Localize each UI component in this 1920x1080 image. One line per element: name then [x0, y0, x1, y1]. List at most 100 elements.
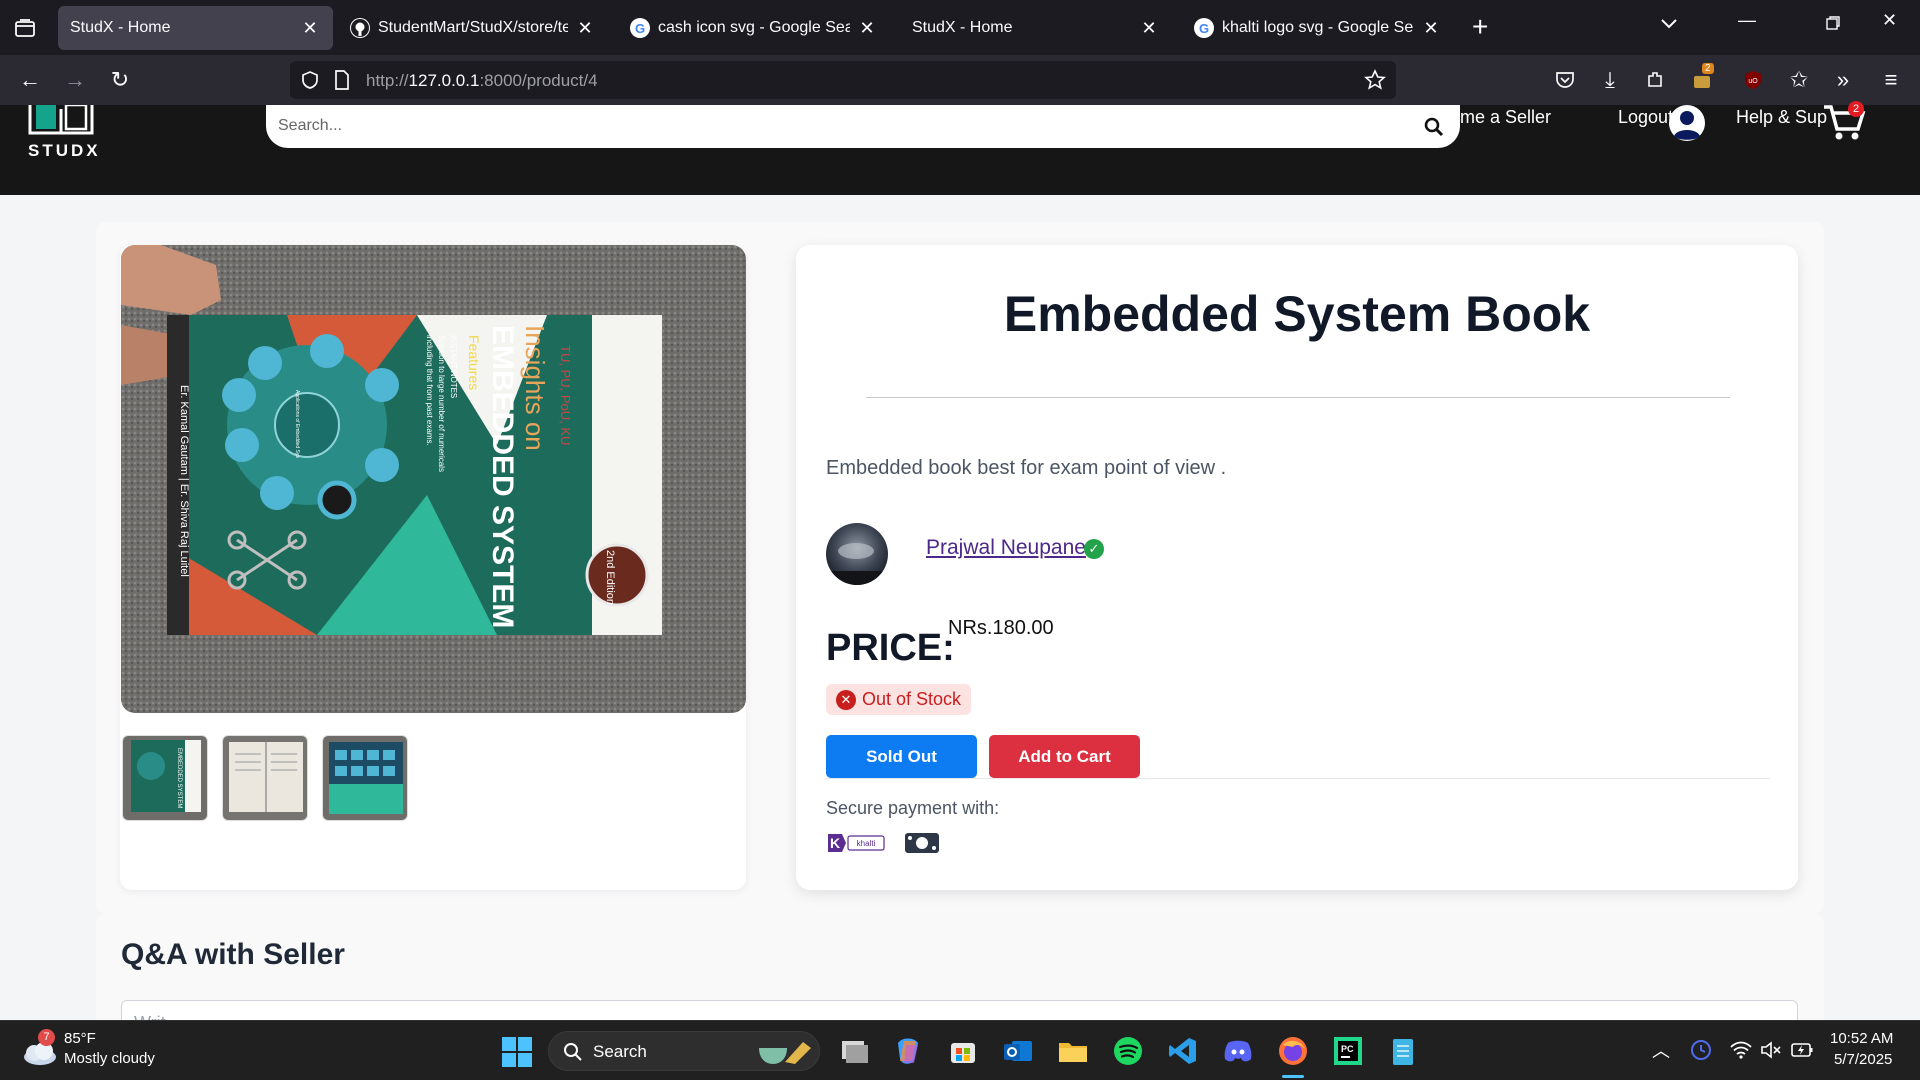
close-icon[interactable]: ✕ — [1138, 18, 1160, 39]
download-icon[interactable]: ⤓ — [1597, 67, 1623, 93]
sold-out-button[interactable]: Sold Out — [826, 735, 977, 778]
close-icon[interactable]: ✕ — [856, 18, 878, 39]
google-icon: G — [1194, 18, 1214, 38]
microsoft-store-icon[interactable] — [947, 1035, 979, 1067]
restore-icon[interactable] — [1826, 14, 1840, 35]
clock-date[interactable]: 5/7/2025 — [1834, 1051, 1892, 1068]
close-icon[interactable]: ✕ — [1420, 18, 1442, 39]
book-edition: 2nd Edition — [604, 550, 616, 605]
x-circle-icon: ✕ — [836, 689, 856, 710]
payment-methods: Kkhalti — [826, 830, 940, 856]
close-icon[interactable]: ✕ — [299, 18, 321, 39]
url-host: 127.0.0.1 — [408, 71, 480, 90]
tab-list-button[interactable] — [0, 0, 50, 55]
qa-title: Q&A with Seller — [121, 938, 345, 971]
favorites-star-icon[interactable]: ✩ — [1786, 67, 1812, 93]
chevron-down-icon[interactable] — [1660, 16, 1678, 34]
product-info-card: Embedded System Book Embedded book best … — [796, 245, 1798, 890]
new-tab-plus-icon[interactable]: + — [1472, 12, 1488, 42]
outlook-icon[interactable] — [1002, 1035, 1034, 1067]
spotify-icon[interactable] — [1112, 1035, 1144, 1067]
thumbnail-1[interactable]: EMBEDDED SYSTEM — [122, 735, 208, 821]
pycharm-icon[interactable]: PC — [1332, 1035, 1364, 1067]
clock-app-icon[interactable] — [1690, 1039, 1712, 1061]
stock-status-text: Out of Stock — [862, 689, 962, 709]
studx-logo-book-icon[interactable] — [26, 105, 96, 139]
secure-payment-text: Secure payment with: — [826, 798, 1000, 818]
hamburger-menu-icon[interactable]: ≡ — [1878, 67, 1904, 93]
tab-label: StudX - Home — [70, 19, 171, 36]
clock-time[interactable]: 10:52 AM — [1830, 1030, 1893, 1047]
shield-icon[interactable] — [300, 70, 320, 90]
tab-google-cash[interactable]: G cash icon svg - Google Search ✕ — [618, 6, 890, 50]
extension-notification-icon[interactable]: 2 — [1690, 63, 1716, 93]
browser-tab-bar: StudX - Home ✕ StudentMart/StudX/store/t… — [0, 0, 1920, 55]
book-features-heading: Features — [466, 335, 482, 390]
logout-link[interactable]: Logout — [1618, 107, 1673, 128]
seller-avatar[interactable] — [826, 523, 888, 585]
thumbnail-2[interactable] — [222, 735, 308, 821]
search-highlight-icon — [759, 1042, 811, 1064]
bookmark-star-icon[interactable] — [1364, 69, 1386, 91]
book-title-line2: EMBEDDED SYSTEM — [486, 325, 519, 628]
taskbar-search-box[interactable]: Search — [548, 1031, 820, 1071]
chevron-up-icon[interactable]: ︿ — [1652, 1037, 1670, 1063]
logo-text[interactable]: STUDX — [28, 141, 101, 161]
wifi-icon[interactable] — [1730, 1041, 1752, 1059]
svg-text:uO: uO — [1748, 78, 1758, 85]
book-authors: Er. Kamal Gautam | Er. Shiva Raj Luitel — [178, 385, 190, 577]
tab-studx-home[interactable]: StudX - Home ✕ — [900, 6, 1172, 50]
windows-start-icon[interactable] — [502, 1037, 532, 1067]
ublock-icon[interactable]: uO — [1740, 67, 1766, 93]
minimize-icon[interactable]: — — [1738, 10, 1756, 31]
user-avatar-icon[interactable] — [1668, 103, 1706, 143]
tab-label: cash icon svg - Google Search — [658, 19, 850, 36]
reload-icon[interactable]: ↻ — [107, 67, 133, 93]
url-bar[interactable]: http://127.0.0.1:8000/product/4 — [290, 61, 1396, 99]
volume-muted-icon[interactable] — [1760, 1041, 1782, 1059]
windows-taskbar: 7 85°F Mostly cloudy Search PC ︿ 10:52 A… — [0, 1020, 1920, 1080]
svg-text:PC: PC — [1341, 1044, 1354, 1054]
extension-badge: 2 — [1702, 63, 1714, 74]
task-view-icon[interactable] — [838, 1035, 870, 1067]
close-window-icon[interactable]: ✕ — [1882, 10, 1897, 31]
tab-studx-home-active[interactable]: StudX - Home ✕ — [58, 6, 333, 50]
button-divider — [826, 778, 1770, 779]
help-support-link[interactable]: Help & Sup — [1736, 107, 1827, 128]
file-explorer-icon[interactable] — [1057, 1035, 1089, 1067]
more-tools-icon[interactable]: » — [1830, 67, 1856, 93]
site-header: STUDX ome a Seller Logout Help & Sup 2 — [0, 101, 1920, 195]
thumbnail-3[interactable] — [322, 735, 408, 821]
firefox-icon[interactable] — [1277, 1035, 1309, 1067]
close-icon[interactable]: ✕ — [574, 18, 596, 39]
weather-temperature[interactable]: 85°F — [64, 1030, 96, 1047]
tab-google-khalti[interactable]: G khalti logo svg - Google Search ✕ — [1182, 6, 1454, 50]
stock-status-badge: ✕ Out of Stock — [826, 684, 972, 715]
extensions-icon[interactable] — [1642, 67, 1668, 93]
weather-description[interactable]: Mostly cloudy — [64, 1050, 155, 1067]
add-to-cart-button[interactable]: Add to Cart — [989, 735, 1140, 778]
seller-name-link[interactable]: Prajwal Neupane — [926, 536, 1086, 560]
notepad-icon[interactable] — [1387, 1035, 1419, 1067]
discord-icon[interactable] — [1222, 1035, 1254, 1067]
tab-label: StudentMart/StudX/store/templ — [378, 19, 568, 36]
battery-icon[interactable] — [1790, 1041, 1814, 1059]
tab-label: khalti logo svg - Google Search — [1222, 19, 1414, 36]
product-title: Embedded System Book — [1003, 286, 1591, 342]
pocket-icon[interactable] — [1552, 67, 1578, 93]
become-seller-link[interactable]: ome a Seller — [1450, 107, 1551, 128]
book-series: TU, PU, PoU, KU — [558, 345, 573, 445]
search-icon[interactable] — [1424, 117, 1444, 137]
back-arrow-icon[interactable]: ← — [17, 67, 43, 93]
search-icon — [564, 1043, 582, 1061]
forward-arrow-icon[interactable]: → — [62, 67, 88, 93]
url-text[interactable]: http://127.0.0.1:8000/product/4 — [366, 71, 598, 91]
copilot-icon[interactable] — [892, 1035, 924, 1067]
tab-github[interactable]: StudentMart/StudX/store/templ ✕ — [338, 6, 608, 50]
search-input[interactable] — [278, 114, 1378, 138]
main-product-image[interactable]: Insights on EMBEDDED SYSTEM TU, PU, PoU,… — [121, 245, 746, 713]
vscode-icon[interactable] — [1167, 1035, 1199, 1067]
tab-list-icon — [15, 18, 35, 37]
page-icon[interactable] — [334, 70, 350, 90]
book-feature-1: INSTANT NOTES — [449, 335, 458, 398]
